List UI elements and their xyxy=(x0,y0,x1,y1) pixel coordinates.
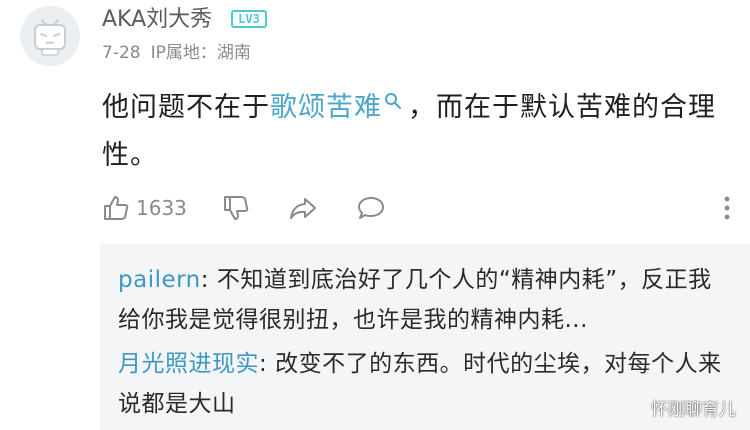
speech-bubble-icon xyxy=(358,197,384,219)
comment-page: AKA刘大秀 LV3 7-28 IP属地：湖南 他问题不在于歌颂苦难 ，而在于默认苦… xyxy=(0,0,750,430)
reply-separator: : xyxy=(200,267,217,293)
more-vertical-icon xyxy=(724,196,730,220)
reply-button[interactable] xyxy=(356,190,386,226)
username[interactable]: AKA刘大秀 xyxy=(102,6,212,34)
level-badge: LV3 xyxy=(231,10,267,28)
like-button[interactable]: 1633 xyxy=(102,190,187,226)
comment-text: 他问题不在于歌颂苦难 ，而在于默认苦难的合理性。 xyxy=(102,84,722,180)
comment-text-before: 他问题不在于 xyxy=(102,92,270,123)
watermark: 怀刚聊育儿 xyxy=(651,400,736,420)
reply-item[interactable]: pailern: 不知道到底治好了几个人的“精神内耗”，反正我给你我是觉得很别扭… xyxy=(118,260,728,340)
ip-location: IP属地：湖南 xyxy=(150,43,251,63)
tv-mascot-icon xyxy=(20,6,80,66)
thumbs-up-icon xyxy=(104,196,129,220)
search-icon[interactable] xyxy=(384,92,402,110)
share-button[interactable] xyxy=(288,190,318,226)
avatar[interactable] xyxy=(20,6,80,66)
thumbs-down-icon xyxy=(224,196,249,220)
dislike-button[interactable] xyxy=(222,190,250,226)
action-bar: 1633 xyxy=(102,190,732,226)
comment-date: 7-28 xyxy=(102,43,141,63)
reply-separator: : xyxy=(259,351,276,377)
more-button[interactable] xyxy=(722,194,732,222)
reply-item[interactable]: 月光照进现实: 改变不了的东西。时代的尘埃，对每个人来说都是大山 xyxy=(118,344,728,424)
like-count: 1633 xyxy=(136,196,187,220)
share-arrow-icon xyxy=(290,198,316,219)
reply-author[interactable]: pailern xyxy=(118,267,201,293)
search-link[interactable]: 歌颂苦难 xyxy=(270,92,382,123)
reply-author[interactable]: 月光照进现实 xyxy=(118,351,259,377)
comment-meta: 7-28 IP属地：湖南 xyxy=(102,42,261,64)
